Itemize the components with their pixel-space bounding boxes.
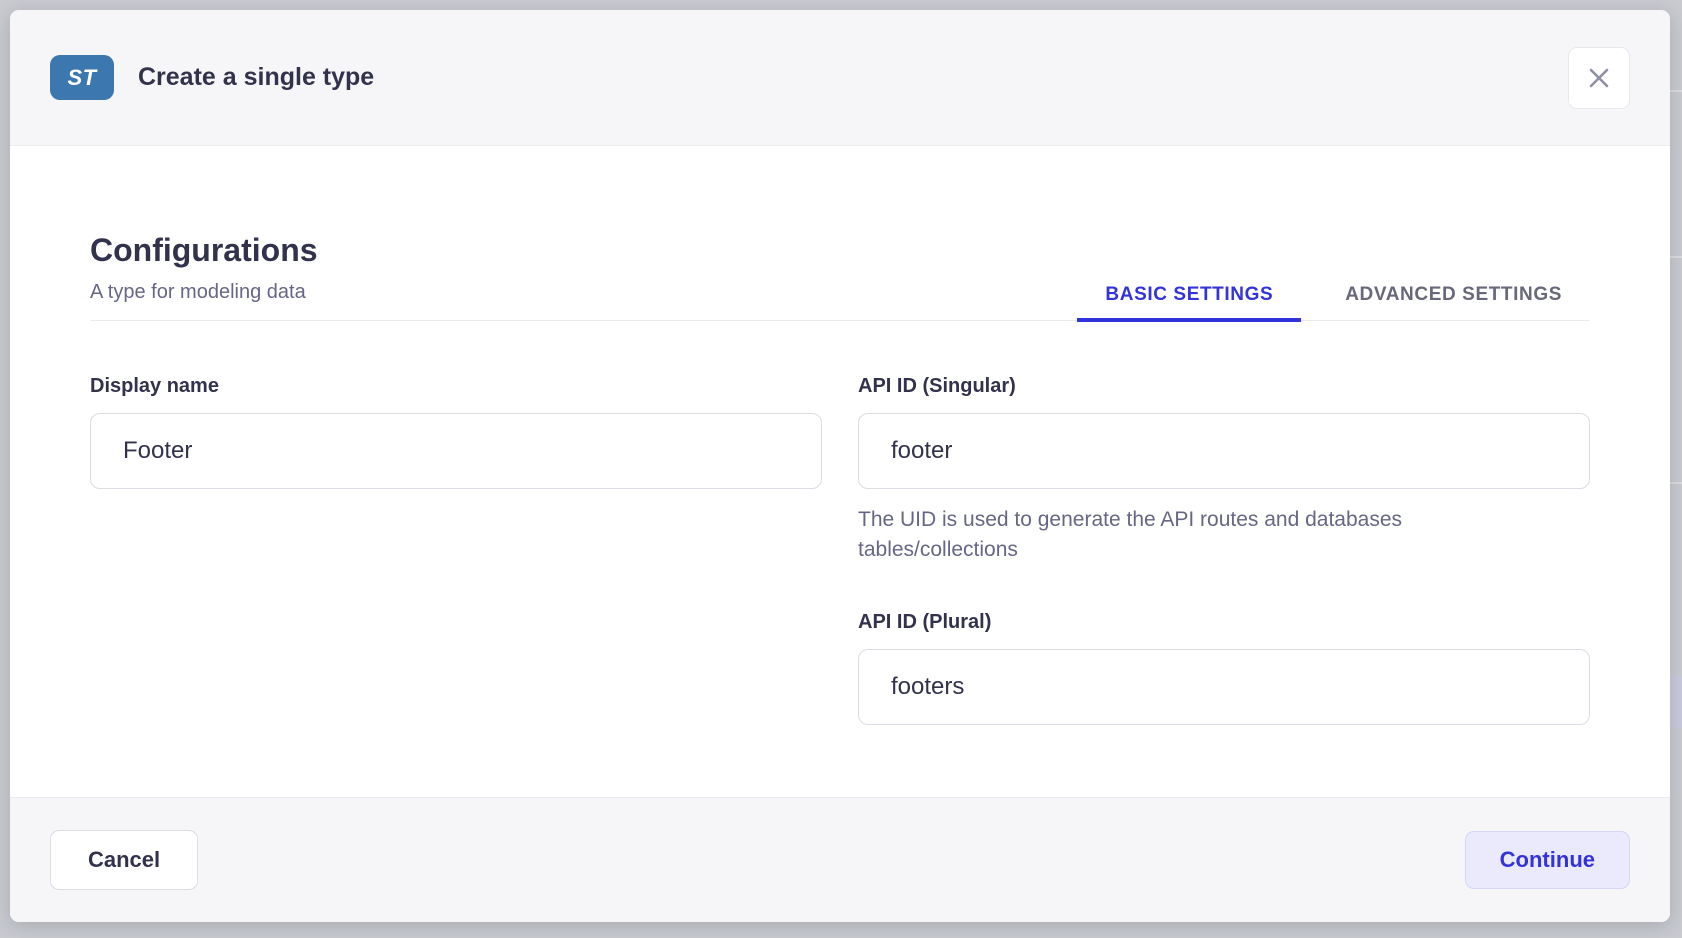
tab-advanced-settings[interactable]: ADVANCED SETTINGS (1317, 284, 1590, 322)
dimmed-backdrop-row-divider (1668, 482, 1682, 484)
api-id-singular-input[interactable] (858, 413, 1590, 489)
close-icon (1585, 64, 1613, 92)
cancel-button[interactable]: Cancel (50, 830, 198, 890)
form-column-left: Display name (90, 373, 822, 725)
section-subtitle: A type for modeling data (90, 278, 318, 306)
section-title: Configurations (90, 230, 318, 270)
close-button[interactable] (1568, 47, 1630, 109)
create-single-type-modal: ST Create a single type Configurations A… (10, 10, 1670, 922)
configurations-form: Display name API ID (Singular) The UID i… (90, 373, 1590, 725)
api-id-singular-hint: The UID is used to generate the API rout… (858, 505, 1518, 565)
modal-body: Configurations A type for modeling data … (10, 146, 1670, 797)
modal-title: Create a single type (138, 63, 374, 92)
dimmed-backdrop-row-divider (1668, 256, 1682, 258)
continue-button[interactable]: Continue (1465, 831, 1630, 889)
api-id-singular-label: API ID (Singular) (858, 373, 1590, 399)
single-type-badge: ST (50, 55, 114, 100)
settings-tabs: BASIC SETTINGS ADVANCED SETTINGS (1077, 284, 1590, 320)
configurations-header: Configurations A type for modeling data … (90, 230, 1590, 321)
dimmed-backdrop-highlight-band (1668, 676, 1682, 728)
tab-basic-settings[interactable]: BASIC SETTINGS (1077, 284, 1301, 322)
modal-header: ST Create a single type (10, 10, 1670, 146)
display-name-input[interactable] (90, 413, 822, 489)
display-name-label: Display name (90, 373, 822, 399)
configurations-titles: Configurations A type for modeling data (90, 230, 318, 320)
api-id-plural-input[interactable] (858, 649, 1590, 725)
form-column-right: API ID (Singular) The UID is used to gen… (858, 373, 1590, 725)
modal-footer: Cancel Continue (10, 797, 1670, 922)
api-id-plural-label: API ID (Plural) (858, 609, 1590, 635)
dimmed-backdrop-row-divider (1668, 90, 1682, 92)
